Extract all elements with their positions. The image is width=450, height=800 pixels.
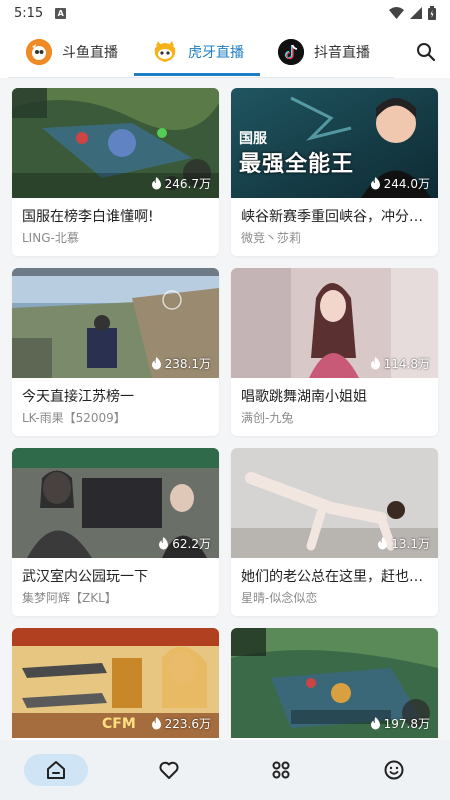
flame-icon xyxy=(370,177,380,190)
stream-thumbnail: CFM 223.6万 xyxy=(12,628,219,738)
huya-logo-icon xyxy=(152,39,178,65)
viewer-count: 238.1万 xyxy=(151,355,211,372)
battery-icon xyxy=(428,6,436,20)
flame-icon xyxy=(370,717,380,730)
stream-title: 峡谷新赛季重回峡谷，冲分… xyxy=(241,209,423,225)
stream-title: 唱歌跳舞湖南小姐姐 xyxy=(241,389,367,405)
status-icons xyxy=(389,6,436,20)
stream-title: 武汉室内公园玩一下 xyxy=(22,569,148,585)
flame-icon xyxy=(151,357,161,370)
tab-douyu-label: 斗鱼直播 xyxy=(62,45,118,61)
nav-categories[interactable] xyxy=(249,754,313,786)
flame-icon xyxy=(378,537,388,550)
nav-home[interactable] xyxy=(24,754,89,786)
tab-douyin-label: 抖音直播 xyxy=(314,45,370,61)
streamer-name: LING-北慕 xyxy=(22,231,79,245)
status-bar: 5:15 A xyxy=(0,0,450,26)
tab-divider xyxy=(8,77,394,78)
smiley-icon xyxy=(384,760,404,780)
bottom-nav xyxy=(0,740,450,800)
stream-thumbnail: 国服 最强全能王 244.0万 xyxy=(231,88,438,198)
stream-thumbnail: 62.2万 xyxy=(12,448,219,558)
tab-douyu[interactable]: 斗鱼直播 xyxy=(8,26,134,78)
stream-grid: 246.7万 国服在榜李白谁懂啊! LING-北慕 国服 最强全能王 244.0… xyxy=(0,88,450,740)
streamer-name: 集梦阿辉【ZKL】 xyxy=(22,591,117,605)
stream-thumbnail: 114.8万 xyxy=(231,268,438,378)
stream-card[interactable]: 114.8万 唱歌跳舞湖南小姐姐 满创-九兔 xyxy=(231,268,438,436)
stream-thumbnail: 246.7万 xyxy=(12,88,219,198)
wifi-icon xyxy=(389,7,404,19)
flame-icon xyxy=(151,717,161,730)
stream-thumbnail: 197.8万 xyxy=(231,628,438,738)
notification-icon: A xyxy=(55,7,67,19)
status-time: 5:15 xyxy=(14,5,44,21)
viewer-count: 223.6万 xyxy=(151,715,211,732)
douyin-logo-icon xyxy=(278,39,304,65)
flame-icon xyxy=(370,357,380,370)
stream-title: 她们的老公总在这里，赶也… xyxy=(241,569,423,585)
stream-card[interactable]: CFM 223.6万 xyxy=(12,628,219,740)
flame-icon xyxy=(151,177,161,190)
stream-card[interactable]: 13.1万 她们的老公总在这里，赶也… 星晴-似念似恋 xyxy=(231,448,438,616)
thumb-caption: 最强全能王 xyxy=(239,152,355,177)
thumb-caption: CFM xyxy=(102,716,136,732)
nav-favorites[interactable] xyxy=(137,754,201,786)
stream-card[interactable]: 197.8万 xyxy=(231,628,438,740)
grid-icon xyxy=(272,761,290,779)
tab-huya-label: 虎牙直播 xyxy=(188,45,244,61)
signal-icon xyxy=(410,7,422,19)
top-bar: 斗鱼直播 虎牙直播 抖音直播 xyxy=(0,26,450,78)
nav-profile[interactable] xyxy=(362,754,426,786)
tab-douyin[interactable]: 抖音直播 xyxy=(260,26,386,78)
streamer-name: LK-雨果【52009】 xyxy=(22,411,126,425)
search-icon xyxy=(417,43,436,62)
search-button[interactable] xyxy=(402,26,450,78)
stream-card[interactable]: 238.1万 今天直接江苏榜一 LK-雨果【52009】 xyxy=(12,268,219,436)
heart-icon xyxy=(159,761,179,779)
streamer-name: 微竞丶莎莉 xyxy=(241,231,302,245)
streamer-name: 星晴-似念似恋 xyxy=(241,591,318,605)
viewer-count: 197.8万 xyxy=(370,715,430,732)
stream-thumbnail: 13.1万 xyxy=(231,448,438,558)
streamer-name: 满创-九兔 xyxy=(241,411,294,425)
stream-thumbnail: 238.1万 xyxy=(12,268,219,378)
thumb-tag: 国服 xyxy=(239,131,267,147)
viewer-count: 244.0万 xyxy=(370,175,430,192)
stream-card[interactable]: 国服 最强全能王 244.0万 峡谷新赛季重回峡谷，冲分… 微竞丶莎莉 xyxy=(231,88,438,256)
douyu-logo-icon xyxy=(26,39,52,65)
tab-huya[interactable]: 虎牙直播 xyxy=(134,26,260,78)
stream-card[interactable]: 62.2万 武汉室内公园玩一下 集梦阿辉【ZKL】 xyxy=(12,448,219,616)
stream-card[interactable]: 246.7万 国服在榜李白谁懂啊! LING-北慕 xyxy=(12,88,219,256)
stream-title: 今天直接江苏榜一 xyxy=(22,389,134,405)
stream-title: 国服在榜李白谁懂啊! xyxy=(22,209,154,225)
flame-icon xyxy=(159,537,169,550)
viewer-count: 13.1万 xyxy=(377,535,430,552)
viewer-count: 114.8万 xyxy=(370,355,430,372)
platform-tabs: 斗鱼直播 虎牙直播 抖音直播 xyxy=(0,26,402,78)
viewer-count: 246.7万 xyxy=(151,175,211,192)
viewer-count: 62.2万 xyxy=(158,535,211,552)
home-icon xyxy=(47,761,66,779)
